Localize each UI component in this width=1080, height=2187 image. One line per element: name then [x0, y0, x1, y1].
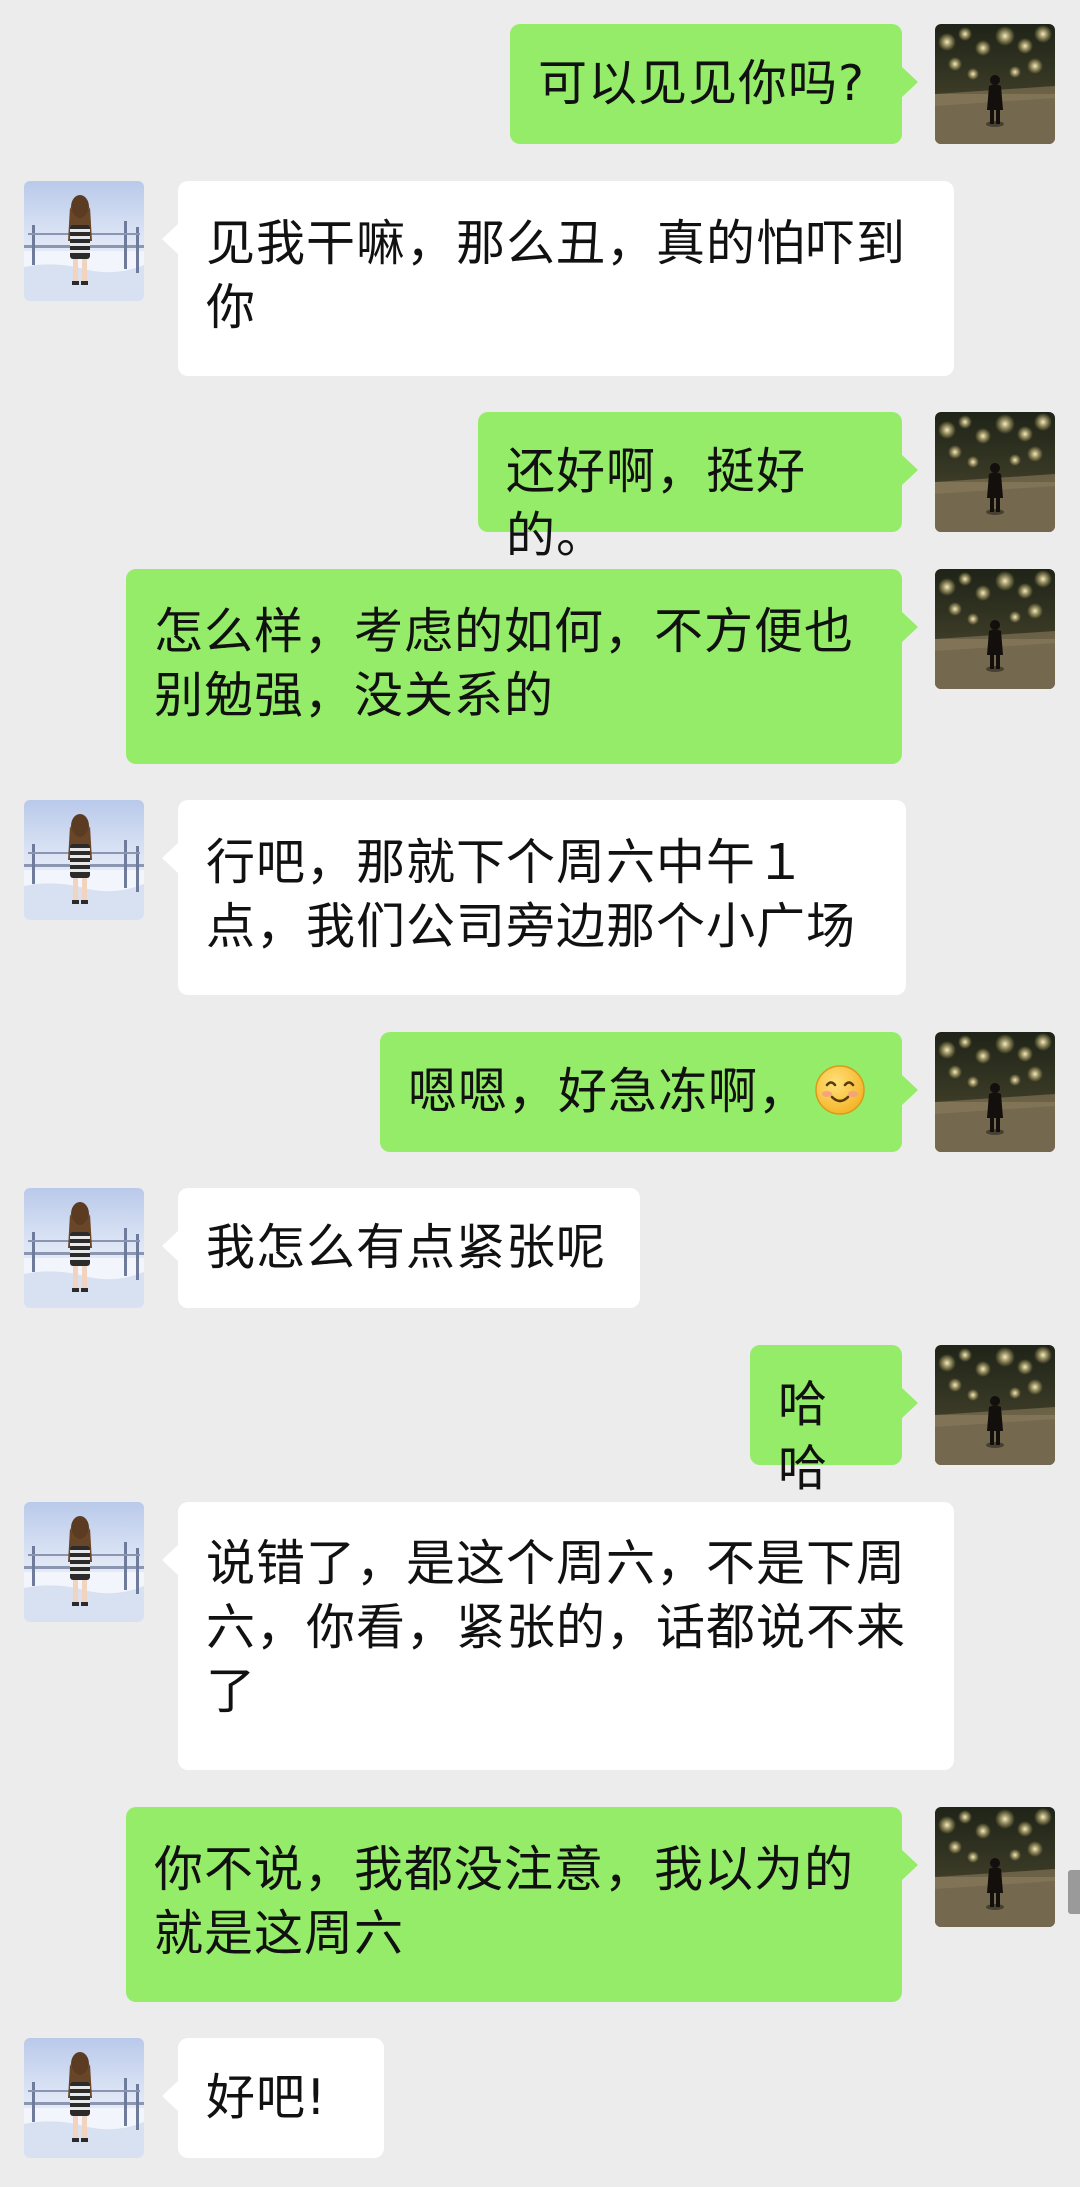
contact-avatar[interactable]	[24, 1502, 144, 1622]
message-text: 见我干嘛，那么丑，真的怕吓到你	[206, 215, 907, 336]
message-bubble-received[interactable]: 好吧!	[162, 2038, 384, 2158]
message-bubble-sent[interactable]: 嗯嗯，好急冻啊，	[380, 1032, 918, 1152]
message-bubble-sent[interactable]: 哈哈	[750, 1345, 918, 1497]
message-bubble-received[interactable]: 我怎么有点紧张呢	[162, 1188, 640, 1308]
message-bubble-received[interactable]: 行吧，那就下个周六中午１点，我们公司旁边那个小广场	[162, 800, 906, 995]
message-bubble-sent[interactable]: 还好啊，挺好的。	[478, 412, 918, 564]
my-avatar[interactable]	[935, 1807, 1055, 1927]
message-text: 行吧，那就下个周六中午１点，我们公司旁边那个小广场	[206, 834, 857, 955]
my-avatar[interactable]	[935, 1345, 1055, 1465]
message-bubble-received[interactable]: 见我干嘛，那么丑，真的怕吓到你	[162, 181, 954, 376]
message-text: 可以见见你吗?	[538, 55, 866, 112]
message-text: 还好啊，挺好的。	[506, 443, 807, 564]
message-text: 说错了，是这个周六，不是下周六，你看，紧张的，话都说不来了	[206, 1535, 907, 1720]
smiling-face-emoji	[814, 1064, 866, 1116]
message-bubble-received[interactable]: 说错了，是这个周六，不是下周六，你看，紧张的，话都说不来了	[162, 1502, 954, 1770]
contact-avatar[interactable]	[24, 1188, 144, 1308]
chat-message-list[interactable]: 可以见见你吗? 见我干嘛，那么丑，真的怕吓到你 还好啊，挺好的。 怎么样，考虑的…	[0, 0, 1080, 2187]
contact-avatar[interactable]	[24, 2038, 144, 2158]
my-avatar[interactable]	[935, 412, 1055, 532]
my-avatar[interactable]	[935, 1032, 1055, 1152]
my-avatar[interactable]	[935, 569, 1055, 689]
scrollbar-handle[interactable]	[1068, 1870, 1080, 1914]
message-text: 你不说，我都没注意，我以为的就是这周六	[154, 1841, 855, 1962]
message-bubble-sent[interactable]: 你不说，我都没注意，我以为的就是这周六	[126, 1807, 918, 2002]
my-avatar[interactable]	[935, 24, 1055, 144]
message-bubble-sent[interactable]: 怎么样，考虑的如何，不方便也别勉强，没关系的	[126, 569, 918, 764]
message-text: 哈哈	[778, 1376, 829, 1497]
message-text: 好吧!	[206, 2069, 327, 2126]
contact-avatar[interactable]	[24, 800, 144, 920]
message-text: 怎么样，考虑的如何，不方便也别勉强，没关系的	[154, 603, 855, 724]
contact-avatar[interactable]	[24, 181, 144, 301]
message-bubble-sent[interactable]: 可以见见你吗?	[510, 24, 918, 144]
message-text: 我怎么有点紧张呢	[206, 1219, 607, 1276]
message-text: 嗯嗯，好急冻啊，	[408, 1063, 809, 1120]
